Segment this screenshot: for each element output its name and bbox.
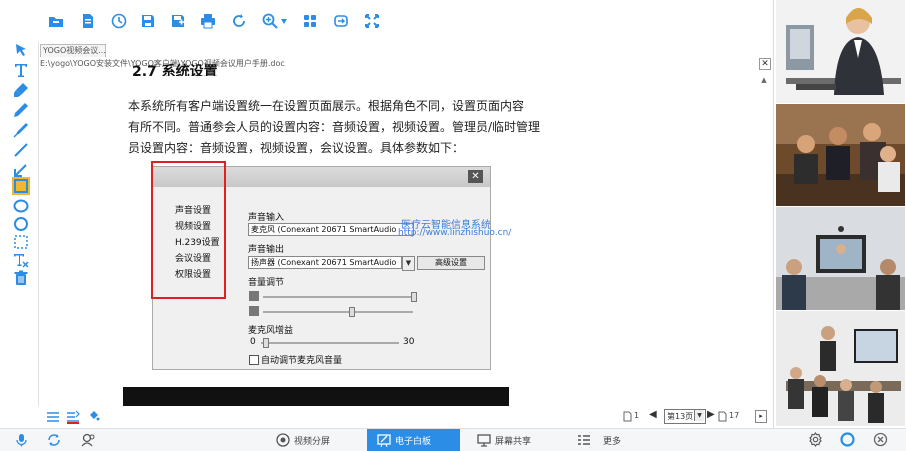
sync-icon[interactable]	[47, 433, 61, 447]
video-feed-4[interactable]	[776, 311, 905, 426]
paint-bucket-icon[interactable]	[88, 410, 100, 422]
video-feed-3[interactable]	[776, 207, 905, 310]
tab-whiteboard[interactable]: 电子白板	[367, 429, 460, 451]
microphone-icon[interactable]	[15, 433, 28, 447]
switch-icon[interactable]	[333, 13, 349, 29]
scroll-up-icon[interactable]: ▲	[759, 76, 769, 84]
screen-share-icon[interactable]	[477, 433, 491, 447]
participants-icon[interactable]	[81, 433, 96, 447]
gain-min: 0	[250, 337, 256, 347]
paragraph-line: 有所不同。普通参会人员的设置内容：音频设置，视频设置。管理员/临时管理	[128, 120, 541, 134]
fullscreen-icon[interactable]	[364, 13, 380, 29]
whiteboard-bottom-bar: 1 ◀ 第13页 ▼ ▶ 17 ▸	[38, 406, 773, 428]
mic-volume-track	[263, 296, 413, 298]
bottom-bar: 视频分屏 电子白板 屏幕共享 更多	[0, 428, 906, 451]
document-tab[interactable]: YOGO视频会议...	[40, 44, 106, 57]
total-pages: 17	[729, 411, 740, 420]
highlighter-icon[interactable]	[13, 82, 29, 98]
dialog-close-icon: ✕	[468, 170, 483, 183]
first-page-number: 1	[634, 411, 640, 420]
watermark-url: http://www.linzhishuo.cn/	[398, 228, 512, 238]
table-header-band	[123, 387, 509, 406]
text-icon[interactable]	[13, 62, 29, 78]
mic-volume-knob	[411, 292, 417, 302]
auto-gain-checkbox	[249, 355, 259, 365]
pen-icon[interactable]	[13, 122, 29, 138]
record-icon[interactable]	[840, 432, 855, 447]
circle-icon[interactable]	[13, 216, 29, 232]
mic-input-select: 麦克风 (Conexant 20671 SmartAudio	[248, 223, 414, 236]
paragraph-line: 本系统所有客户端设置统一在设置页面展示。根据角色不同，设置页面内容	[128, 99, 525, 113]
speaker-volume-icon	[249, 306, 259, 316]
trash-icon[interactable]	[13, 270, 29, 286]
more-label[interactable]: 更多	[603, 434, 621, 447]
chevron-down-icon: ▼	[402, 256, 415, 271]
clock-icon[interactable]	[111, 13, 127, 29]
gain-track	[261, 342, 399, 344]
page-export-icon[interactable]: ▸	[755, 410, 767, 423]
video-panel	[773, 0, 906, 428]
settings-gear-icon[interactable]	[808, 432, 823, 447]
rectangle-icon[interactable]	[13, 178, 29, 194]
drawing-tools	[0, 42, 38, 406]
chevron-down-icon[interactable]: ▼	[694, 410, 704, 421]
more-icon[interactable]	[577, 433, 591, 447]
next-page-button[interactable]: ▶	[707, 409, 715, 420]
screen-share-label[interactable]: 屏幕共享	[495, 434, 531, 447]
document-icon[interactable]	[80, 13, 96, 29]
save-as-icon[interactable]	[170, 13, 186, 29]
arrow-icon[interactable]	[13, 162, 29, 178]
mic-volume-icon	[249, 291, 259, 301]
folder-open-icon[interactable]	[48, 13, 64, 29]
print-icon[interactable]	[200, 13, 216, 29]
gain-max: 30	[403, 337, 415, 347]
video-feed-1[interactable]	[776, 0, 905, 103]
clear-text-icon[interactable]	[13, 252, 29, 268]
top-toolbar	[0, 0, 775, 42]
speaker-output-select: 扬声器 (Conexant 20671 SmartAudio	[248, 256, 402, 269]
refresh-icon[interactable]	[231, 13, 247, 29]
whiteboard-label: 电子白板	[395, 437, 432, 447]
mic-gain-label: 麦克风增益	[248, 326, 294, 336]
zoom-icon[interactable]	[262, 13, 278, 29]
video-split-icon[interactable]	[276, 433, 290, 447]
exit-icon[interactable]	[873, 432, 888, 447]
mic-input-label: 声音输入	[248, 213, 285, 223]
video-feed-2[interactable]	[776, 104, 905, 206]
volume-label: 音量调节	[248, 278, 285, 288]
whiteboard-icon	[377, 434, 391, 447]
gain-knob	[263, 338, 269, 348]
video-split-label[interactable]: 视频分屏	[294, 434, 330, 447]
section-heading: 2.7 系统设置	[132, 64, 218, 76]
chevron-down-icon[interactable]	[281, 19, 287, 24]
page-icon	[718, 411, 727, 422]
speaker-output-label: 声音输出	[248, 245, 285, 255]
advanced-settings-button: 高级设置	[417, 256, 485, 270]
speaker-volume-knob	[349, 307, 355, 317]
close-document-button[interactable]: ✕	[759, 58, 771, 70]
paragraph-line: 员设置内容：音频设置，视频设置，会议设置。具体参数如下：	[128, 141, 465, 155]
selection-icon[interactable]	[13, 234, 29, 250]
pencil-icon[interactable]	[13, 102, 29, 118]
annotation-rectangle[interactable]	[151, 161, 226, 299]
line-icon[interactable]	[13, 142, 29, 158]
list-icon[interactable]	[46, 410, 60, 424]
annotation-list-icon[interactable]	[66, 410, 80, 424]
speaker-volume-track	[263, 311, 413, 313]
grid-icon[interactable]	[302, 13, 318, 29]
ellipse-icon[interactable]	[13, 198, 29, 214]
auto-gain-label: 自动调节麦克风音量	[261, 356, 343, 366]
pointer-icon[interactable]	[13, 42, 29, 58]
page-icon	[623, 411, 632, 422]
save-icon[interactable]	[140, 13, 156, 29]
prev-page-button[interactable]: ◀	[649, 409, 657, 420]
